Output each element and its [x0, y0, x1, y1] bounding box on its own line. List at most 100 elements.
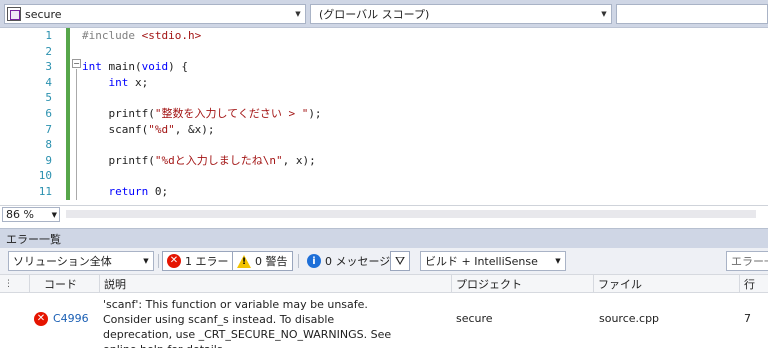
code-column-label: コード [44, 278, 77, 291]
code-line[interactable]: #include <stdio.h> [82, 28, 201, 43]
error-icon: ✕ [167, 254, 181, 268]
error-list-title-text: エラー一覧 [6, 232, 61, 246]
code-token: ) { [168, 60, 188, 74]
horizontal-scrollbar[interactable] [66, 210, 756, 218]
chevron-down-icon: ▼ [555, 257, 561, 265]
error-file: source.cpp [599, 312, 660, 325]
code-token: , &x); [174, 122, 215, 136]
error-list-toolbar: ソリューション全体 ▼ ✕ 1 エラー 0 警告 i 0 メッセージ ⛛ ビルド… [0, 248, 768, 274]
description-column-label: 説明 [104, 278, 126, 291]
code-token: <stdio.h> [141, 29, 202, 42]
scope-dropdown[interactable]: (グローバル スコープ) ▼ [310, 4, 612, 24]
line-column-header[interactable]: 行 [740, 275, 768, 293]
zoom-dropdown[interactable]: 86 % ▼ [2, 207, 60, 222]
error-icon: ✕ [34, 312, 48, 326]
scope-filter-value: ソリューション全体 [13, 255, 112, 268]
info-icon: i [307, 254, 321, 268]
code-token: 0; [148, 185, 169, 198]
code-line[interactable]: scanf("%d", &x); [82, 122, 214, 137]
line-number: 5 [45, 91, 52, 105]
error-code[interactable]: C4996 [53, 312, 89, 325]
line-number: 9 [45, 153, 52, 167]
code-token: main( [101, 60, 142, 74]
code-token: printf( [82, 107, 155, 120]
code-token: , x); [282, 153, 316, 167]
error-project: secure [456, 312, 493, 325]
indicator-margin [0, 28, 16, 200]
code-token: #include [82, 29, 142, 42]
warnings-filter-label: 0 警告 [255, 255, 288, 268]
chevron-down-icon: ▼ [601, 10, 607, 18]
messages-filter-button[interactable]: i 0 メッセージ [302, 251, 395, 271]
project-dropdown-value: secure [25, 7, 62, 21]
error-search-placeholder: エラー一 [731, 255, 768, 268]
scope-dropdown-value: (グローバル スコープ) [319, 8, 430, 21]
code-editor[interactable]: 123456789101112 − #include <stdio.h>int … [0, 28, 768, 200]
file-column-label: ファイル [598, 278, 642, 291]
project-column-label: プロジェクト [456, 278, 522, 291]
line-number-gutter: 123456789101112 [16, 28, 56, 200]
error-list-title: エラー一覧 [0, 228, 768, 248]
error-table-header: ⋮ コード 説明 プロジェクト ファイル 行 [0, 274, 768, 293]
severity-column-header[interactable]: ⋮ [0, 275, 30, 293]
error-line: 7 [744, 312, 751, 325]
navigation-bar: secure ▼ (グローバル スコープ) ▼ [0, 0, 768, 28]
line-number: 2 [45, 44, 52, 58]
line-number: 7 [45, 122, 52, 136]
project-column-header[interactable]: プロジェクト [452, 275, 594, 293]
code-token: "整数を入力してください > " [154, 107, 309, 120]
code-line[interactable]: printf("整数を入力してください > "); [82, 106, 322, 121]
toolbar-separator [158, 254, 159, 268]
zoom-level: 86 % [6, 208, 34, 221]
project-icon [7, 7, 21, 21]
error-description: 'scanf': This function or variable may b… [103, 298, 392, 348]
errors-filter-label: 1 エラー [185, 255, 229, 268]
errors-filter-button[interactable]: ✕ 1 エラー [162, 251, 234, 271]
chevron-down-icon: ▼ [143, 257, 149, 265]
project-dropdown[interactable]: secure ▼ [4, 4, 306, 24]
editor-status-row: 86 % ▼ [0, 205, 768, 222]
warning-icon [237, 254, 251, 268]
code-token: "%d" [148, 122, 175, 136]
line-column-label: 行 [744, 278, 755, 291]
code-column-header[interactable]: コード [30, 275, 100, 293]
code-line[interactable]: int x; [82, 75, 149, 90]
error-search-input[interactable]: エラー一 [726, 251, 768, 271]
code-line[interactable]: int main(void) { [82, 59, 188, 74]
line-number: 1 [45, 29, 52, 42]
collapse-icon[interactable]: − [72, 59, 81, 68]
warnings-filter-button[interactable]: 0 警告 [232, 251, 293, 271]
filter-icon[interactable]: ⛛ [390, 251, 410, 271]
messages-filter-label: 0 メッセージ [325, 255, 391, 268]
line-number: 4 [45, 75, 52, 89]
line-number: 10 [38, 169, 52, 183]
code-token: void [141, 60, 169, 74]
toolbar-separator [298, 254, 299, 268]
line-number: 3 [45, 60, 52, 74]
table-row[interactable]: ✕ C4996 'scanf': This function or variab… [0, 293, 768, 348]
line-number: 6 [45, 107, 52, 120]
description-column-header[interactable]: 説明 [100, 275, 452, 293]
change-tracking-bar [66, 28, 70, 200]
code-token: int [82, 60, 102, 74]
code-token: ); [308, 107, 322, 120]
outline-line [76, 69, 77, 200]
file-column-header[interactable]: ファイル [594, 275, 740, 293]
code-line[interactable]: printf("%dと入力しましたね\n", x); [82, 153, 316, 168]
code-token: "%dと入力しましたね\n" [154, 153, 283, 167]
sort-icon: ⋮ [4, 279, 13, 289]
chevron-down-icon: ▼ [295, 10, 301, 18]
line-number: 8 [45, 138, 52, 152]
source-filter-value: ビルド + IntelliSense [425, 255, 538, 268]
scope-filter-dropdown[interactable]: ソリューション全体 ▼ [8, 251, 154, 271]
line-number: 11 [38, 185, 52, 198]
source-filter-dropdown[interactable]: ビルド + IntelliSense ▼ [420, 251, 566, 271]
code-token: x; [128, 75, 149, 89]
code-token: scanf( [82, 122, 149, 136]
code-token: int [108, 75, 129, 89]
chevron-down-icon: ▼ [51, 210, 57, 219]
member-dropdown[interactable] [616, 4, 768, 24]
code-line[interactable]: return 0; [82, 184, 169, 199]
code-token: return [108, 185, 149, 198]
